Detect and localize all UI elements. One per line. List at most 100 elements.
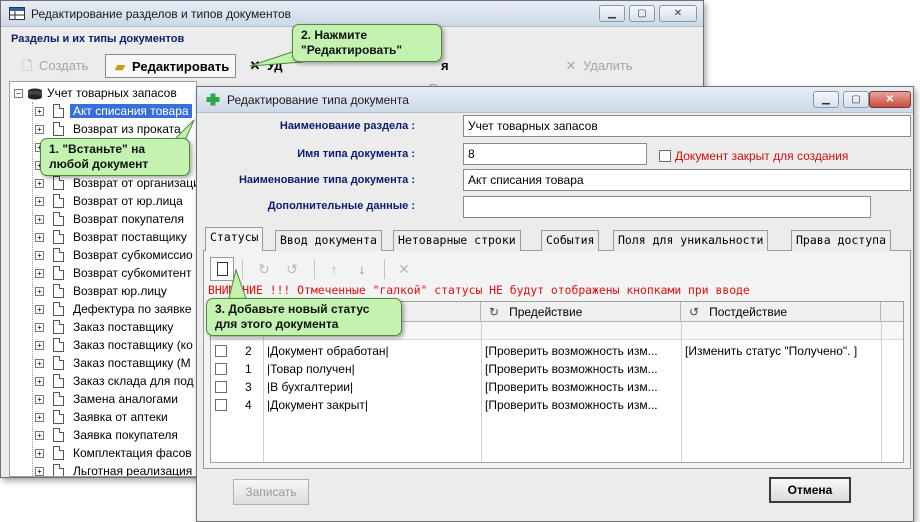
create-button[interactable]: 🗋 Создать xyxy=(19,54,89,78)
post-action-icon: ↺ xyxy=(689,305,700,319)
expand-icon[interactable]: + xyxy=(35,125,44,134)
type-name-field[interactable]: 8 xyxy=(463,143,647,165)
tree-item[interactable]: + Возврат юр.лицу xyxy=(33,282,196,300)
delete-button[interactable]: ✕ Уд xyxy=(247,54,283,78)
status-name: |Документ закрыт| xyxy=(267,398,369,412)
expand-icon[interactable]: + xyxy=(35,377,44,386)
tree-item[interactable]: + Возврат поставщику xyxy=(33,228,196,246)
tab-document-input[interactable]: Ввод документа xyxy=(275,230,382,251)
expand-icon[interactable]: + xyxy=(35,251,44,260)
expand-icon[interactable]: + xyxy=(35,305,44,314)
expand-icon[interactable]: + xyxy=(35,323,44,332)
delete-type-button[interactable]: ✕ Удалить xyxy=(563,54,633,78)
tree-item[interactable]: + Заявка от аптеки xyxy=(33,408,196,426)
section-name-field[interactable]: Учет товарных запасов xyxy=(463,115,911,137)
status-number: 1 xyxy=(245,362,252,376)
table-row[interactable]: 4 |Документ закрыт| [Проверить возможность… xyxy=(211,396,903,414)
document-icon xyxy=(53,464,64,476)
expand-icon[interactable]: + xyxy=(35,107,44,116)
tree-item-label: Возврат покупателя xyxy=(73,212,184,226)
close-button[interactable]: ✕ xyxy=(659,5,697,22)
cancel-button[interactable]: Отмена xyxy=(769,477,851,503)
status-name: |Товар получен| xyxy=(267,362,355,376)
expand-icon[interactable]: + xyxy=(35,215,44,224)
doc-type-name-label: Наименование типа документа : xyxy=(238,174,415,186)
tree-item[interactable]: + Льготная реализация xyxy=(33,462,196,477)
dialog-close-button[interactable]: ✕ xyxy=(869,91,911,108)
document-icon xyxy=(53,212,64,226)
redo-icon[interactable]: ↻ xyxy=(252,257,276,281)
tree-item[interactable]: + Заказ поставщику (ко xyxy=(33,336,196,354)
expand-icon[interactable]: + xyxy=(35,179,44,188)
tree-item[interactable]: + Заявка покупателя xyxy=(33,426,196,444)
status-hidden-checkbox[interactable] xyxy=(215,363,227,375)
move-down-icon[interactable]: ↓ xyxy=(350,257,374,281)
tree-item[interactable]: + Замена аналогами xyxy=(33,390,196,408)
tree-item-label: Льготная реализация xyxy=(73,464,193,477)
tab-events[interactable]: События xyxy=(541,230,600,251)
statuses-toolbar: ↻ ↺ ↑ ↓ ✕ xyxy=(210,257,450,281)
status-number: 2 xyxy=(245,344,252,358)
tree-item[interactable]: + Возврат из проката xyxy=(33,120,196,138)
expand-icon[interactable]: + xyxy=(35,197,44,206)
table-row[interactable]: 2 |Документ обработан| [Проверить возможно… xyxy=(211,342,903,360)
save-button[interactable]: Записать xyxy=(233,479,309,505)
tree-item-label: Заявка покупателя xyxy=(73,428,178,442)
minimize-button[interactable]: ▁ xyxy=(599,5,625,22)
tree-item[interactable]: + Возврат от организаци xyxy=(33,174,197,192)
tree-item-label: Возврат субкомитент xyxy=(73,266,192,280)
status-hidden-checkbox[interactable] xyxy=(215,381,227,393)
expand-icon[interactable]: + xyxy=(35,359,44,368)
tree-item[interactable]: + Возврат покупателя xyxy=(33,210,196,228)
status-hidden-checkbox[interactable] xyxy=(215,345,227,357)
expand-icon[interactable]: + xyxy=(35,269,44,278)
dialog-minimize-button[interactable]: ▁ xyxy=(813,91,839,108)
tree-item[interactable]: + Заказ склада для под xyxy=(33,372,196,390)
tree-item[interactable]: + Заказ поставщику xyxy=(33,318,196,336)
tree-item-label: Возврат от организаци xyxy=(73,176,197,190)
tree-item-label: Заказ склада для под xyxy=(73,374,194,388)
tab-access-rights[interactable]: Права доступа xyxy=(791,230,892,251)
type-name-label: Имя типа документа : xyxy=(297,148,415,160)
document-icon xyxy=(53,176,64,190)
maximize-button[interactable]: ▢ xyxy=(629,5,655,22)
tree-item[interactable]: + Возврат субкомитент xyxy=(33,264,196,282)
expand-icon[interactable]: + xyxy=(35,341,44,350)
status-hidden-checkbox[interactable] xyxy=(215,399,227,411)
document-icon xyxy=(53,230,64,244)
expand-icon[interactable]: + xyxy=(35,395,44,404)
tab-non-product-lines[interactable]: Нетоварные строки xyxy=(393,230,521,251)
dialog-maximize-button[interactable]: ▢ xyxy=(843,91,869,108)
expand-icon[interactable]: + xyxy=(35,431,44,440)
document-icon xyxy=(53,374,64,388)
document-icon xyxy=(53,302,64,316)
expand-icon[interactable]: + xyxy=(35,449,44,458)
add-status-button[interactable] xyxy=(210,257,234,281)
doc-type-name-field[interactable]: Акт списания товара xyxy=(463,169,911,191)
tree-item[interactable]: + Комплектация фасов xyxy=(33,444,196,462)
tree-item[interactable]: + Возврат от юр.лица xyxy=(33,192,196,210)
tab-uniqueness-fields[interactable]: Поля для уникальности xyxy=(613,230,769,251)
document-icon xyxy=(53,194,64,208)
table-row[interactable]: 1 |Товар получен| [Проверить возможность и… xyxy=(211,360,903,378)
collapse-icon[interactable]: − xyxy=(14,89,23,99)
closed-for-creation-checkbox[interactable] xyxy=(659,150,671,162)
grid-header-pre[interactable]: ↻ Предействие xyxy=(481,302,681,322)
expand-icon[interactable]: + xyxy=(35,287,44,296)
extra-data-field[interactable] xyxy=(463,196,871,218)
tree-item[interactable]: + Дефектура по заявке xyxy=(33,300,196,318)
table-row[interactable]: 3 |В бухгалтерии| [Проверить возможность и… xyxy=(211,378,903,396)
delete-status-icon[interactable]: ✕ xyxy=(392,257,416,281)
expand-icon[interactable]: + xyxy=(35,413,44,422)
grid-header-post[interactable]: ↺ Постдействие xyxy=(681,302,881,322)
tree-root[interactable]: − Учет товарных запасов xyxy=(14,84,177,102)
edit-button[interactable]: ▰ Редактировать xyxy=(105,54,237,78)
undo-icon[interactable]: ↺ xyxy=(280,257,304,281)
tree-item[interactable]: + Возврат субкомиссио xyxy=(33,246,196,264)
expand-icon[interactable]: + xyxy=(35,233,44,242)
move-up-icon[interactable]: ↑ xyxy=(322,257,346,281)
tree-item[interactable]: + Акт списания товара xyxy=(33,102,196,120)
tree-item[interactable]: + Заказ поставщику (М xyxy=(33,354,196,372)
tab-statuses[interactable]: Статусы xyxy=(205,227,264,252)
expand-icon[interactable]: + xyxy=(35,467,44,476)
